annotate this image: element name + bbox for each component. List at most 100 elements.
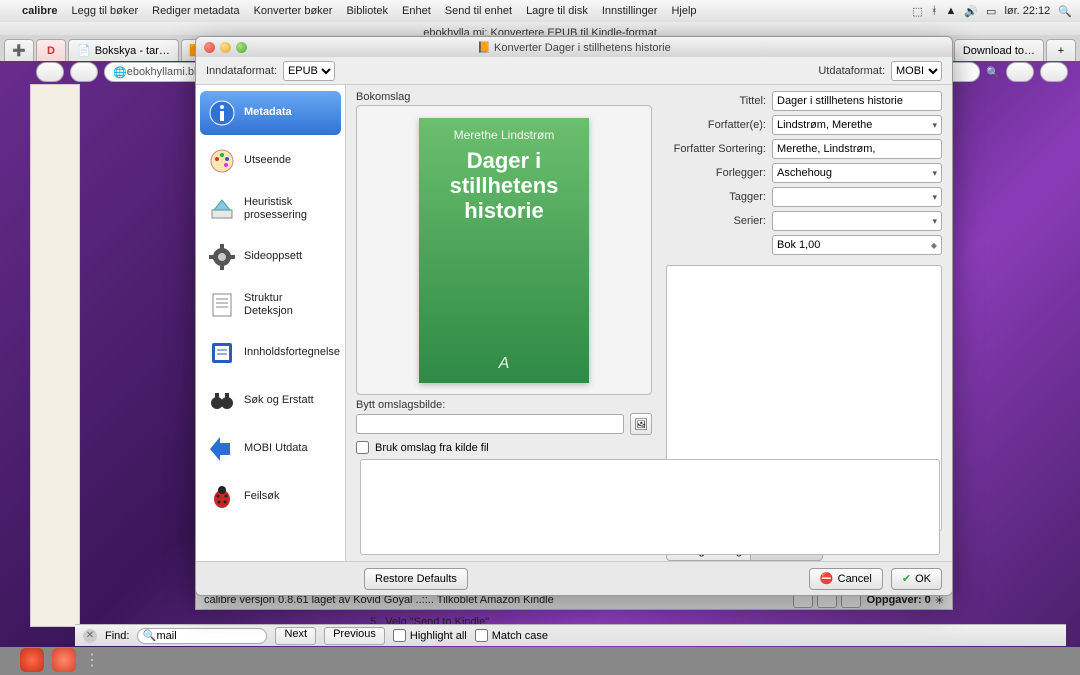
- menu-item[interactable]: Innstillinger: [602, 5, 658, 17]
- find-bar: ✕ Find: 🔍 Next Previous Highlight all Ma…: [75, 624, 1066, 646]
- tags-field[interactable]: [772, 187, 942, 207]
- input-format-label: Inndataformat:: [206, 65, 277, 77]
- sidebar-item-label: Feilsøk: [244, 490, 279, 503]
- dialog-title: 📙 Konverter Dager i stillhetens historie: [196, 41, 952, 54]
- cover-title: Dager i stillhetens historie: [429, 148, 579, 224]
- series-field[interactable]: [772, 211, 942, 231]
- highlight-all-toggle[interactable]: Highlight all: [393, 629, 467, 642]
- authors-label: Forfatter(e):: [666, 119, 766, 131]
- sidebar-item-label: Sideoppsett: [244, 250, 302, 263]
- search-icon: 🔍: [986, 66, 1000, 79]
- dock-app-icon[interactable]: [20, 648, 44, 672]
- publisher-field[interactable]: Aschehoug: [772, 163, 942, 183]
- menu-item[interactable]: Enhet: [402, 5, 431, 17]
- sidebar-item-label: Søk og Erstatt: [244, 394, 314, 407]
- browser-tab[interactable]: ➕: [4, 39, 34, 61]
- authorsort-label: Forfatter Sortering:: [666, 143, 766, 155]
- sidebar-item-heuristic[interactable]: Heuristisk prosessering: [200, 187, 341, 231]
- sidebar-item-label: Struktur Deteksjon: [244, 292, 333, 318]
- swap-cover-label: Bytt omslagsbilde:: [356, 399, 652, 411]
- find-next-button[interactable]: Next: [275, 627, 316, 645]
- dock-app-icon[interactable]: [52, 648, 76, 672]
- sidebar-item-toc[interactable]: Innholdsfortegnelse: [200, 331, 341, 375]
- info-icon: [208, 99, 236, 127]
- output-format-select[interactable]: MOBI: [891, 61, 942, 81]
- app-name-menu[interactable]: calibre: [22, 5, 57, 17]
- search-icon: 🔍: [142, 629, 156, 642]
- wifi-icon[interactable]: ▲: [945, 5, 956, 17]
- authors-field[interactable]: Lindstrøm, Merethe: [772, 115, 942, 135]
- heuristic-icon: [208, 195, 236, 223]
- dialog-sidebar: Metadata Utseende Heuristisk prosesserin…: [196, 85, 346, 561]
- cover-publisher-mark: A: [499, 355, 510, 373]
- sidebar-item-label: Metadata: [244, 106, 292, 119]
- sidebar-item-search[interactable]: Søk og Erstatt: [200, 379, 341, 423]
- close-findbar-button[interactable]: ✕: [83, 629, 97, 643]
- series-index-stepper[interactable]: Bok 1,00: [772, 235, 942, 255]
- sidebar-item-label: Innholdsfortegnelse: [244, 346, 340, 359]
- spotlight-icon[interactable]: 🔍: [1058, 5, 1072, 18]
- cover-section-label: Bokomslag: [356, 91, 652, 103]
- sidebar-item-label: Utseende: [244, 154, 291, 167]
- cover-author: Merethe Lindstrøm: [454, 128, 555, 142]
- convert-dialog: 📙 Konverter Dager i stillhetens historie…: [195, 36, 953, 596]
- menu-item[interactable]: Lagre til disk: [526, 5, 588, 17]
- bookmarks-button[interactable]: [1040, 62, 1068, 82]
- clock[interactable]: lør. 22:12: [1004, 5, 1050, 17]
- macos-menubar: calibre Legg til bøker Rediger metadata …: [0, 0, 1080, 22]
- forward-button[interactable]: [70, 62, 98, 82]
- book-icon: [208, 339, 236, 367]
- menu-item[interactable]: Send til enhet: [445, 5, 512, 17]
- title-label: Tittel:: [666, 95, 766, 107]
- gmail-tab[interactable]: D: [36, 39, 66, 61]
- use-source-cover-label: Bruk omslag fra kilde fil: [375, 442, 489, 454]
- sidebar-item-look[interactable]: Utseende: [200, 139, 341, 183]
- dialog-titlebar[interactable]: 📙 Konverter Dager i stillhetens historie: [196, 37, 952, 57]
- sidebar-item-label: MOBI Utdata: [244, 442, 308, 455]
- find-input[interactable]: [137, 628, 267, 644]
- cancel-button[interactable]: ⛔ Cancel: [809, 568, 883, 590]
- cover-preview: Merethe Lindstrøm Dager i stillhetens hi…: [356, 105, 652, 395]
- volume-icon[interactable]: 🔊: [964, 5, 978, 18]
- browser-tab[interactable]: Download to…: [954, 39, 1044, 61]
- battery-icon[interactable]: ▭: [986, 5, 996, 18]
- sidebar-item-label: Heuristisk prosessering: [244, 196, 333, 222]
- browse-file-button[interactable]: 🖼: [630, 413, 652, 435]
- ok-button[interactable]: ✔ OK: [891, 568, 942, 590]
- use-source-cover-checkbox[interactable]: [356, 441, 369, 454]
- swap-cover-input[interactable]: [356, 414, 624, 434]
- sidebar-item-pagesetup[interactable]: Sideoppsett: [200, 235, 341, 279]
- cancel-icon: ⛔: [820, 572, 834, 585]
- output-format-label: Utdataformat:: [818, 65, 885, 77]
- menu-item[interactable]: Legg til bøker: [71, 5, 138, 17]
- home-button[interactable]: [1006, 62, 1034, 82]
- menu-item[interactable]: Bibliotek: [346, 5, 388, 17]
- sidebar-item-structure[interactable]: Struktur Deteksjon: [200, 283, 341, 327]
- find-prev-button[interactable]: Previous: [324, 627, 385, 645]
- menu-item[interactable]: Konverter bøker: [254, 5, 333, 17]
- arrow-left-icon: [208, 435, 236, 463]
- restore-defaults-button[interactable]: Restore Defaults: [364, 568, 468, 590]
- new-tab-button[interactable]: +: [1046, 39, 1076, 61]
- menu-item[interactable]: Rediger metadata: [152, 5, 239, 17]
- gear-icon: [208, 243, 236, 271]
- find-label: Find:: [105, 630, 129, 642]
- favicon-icon: 📄: [77, 44, 91, 57]
- series-label: Serier:: [666, 215, 766, 227]
- sidebar-item-mobi[interactable]: MOBI Utdata: [200, 427, 341, 471]
- tags-label: Tagger:: [666, 191, 766, 203]
- match-case-toggle[interactable]: Match case: [475, 629, 548, 642]
- bluetooth-icon[interactable]: ᚼ: [931, 5, 938, 17]
- book-cover: Merethe Lindstrøm Dager i stillhetens hi…: [419, 118, 589, 383]
- sidebar-item-debug[interactable]: Feilsøk: [200, 475, 341, 519]
- input-format-select[interactable]: EPUB: [283, 61, 335, 81]
- menu-item[interactable]: Hjelp: [671, 5, 696, 17]
- publisher-label: Forlegger:: [666, 167, 766, 179]
- title-field[interactable]: [772, 91, 942, 111]
- document-icon: [208, 291, 236, 319]
- browser-tab[interactable]: 📄Bokskya - tar…: [68, 39, 179, 61]
- back-button[interactable]: [36, 62, 64, 82]
- dropbox-icon[interactable]: ⬚: [912, 5, 922, 18]
- sidebar-item-metadata[interactable]: Metadata: [200, 91, 341, 135]
- authorsort-field[interactable]: [772, 139, 942, 159]
